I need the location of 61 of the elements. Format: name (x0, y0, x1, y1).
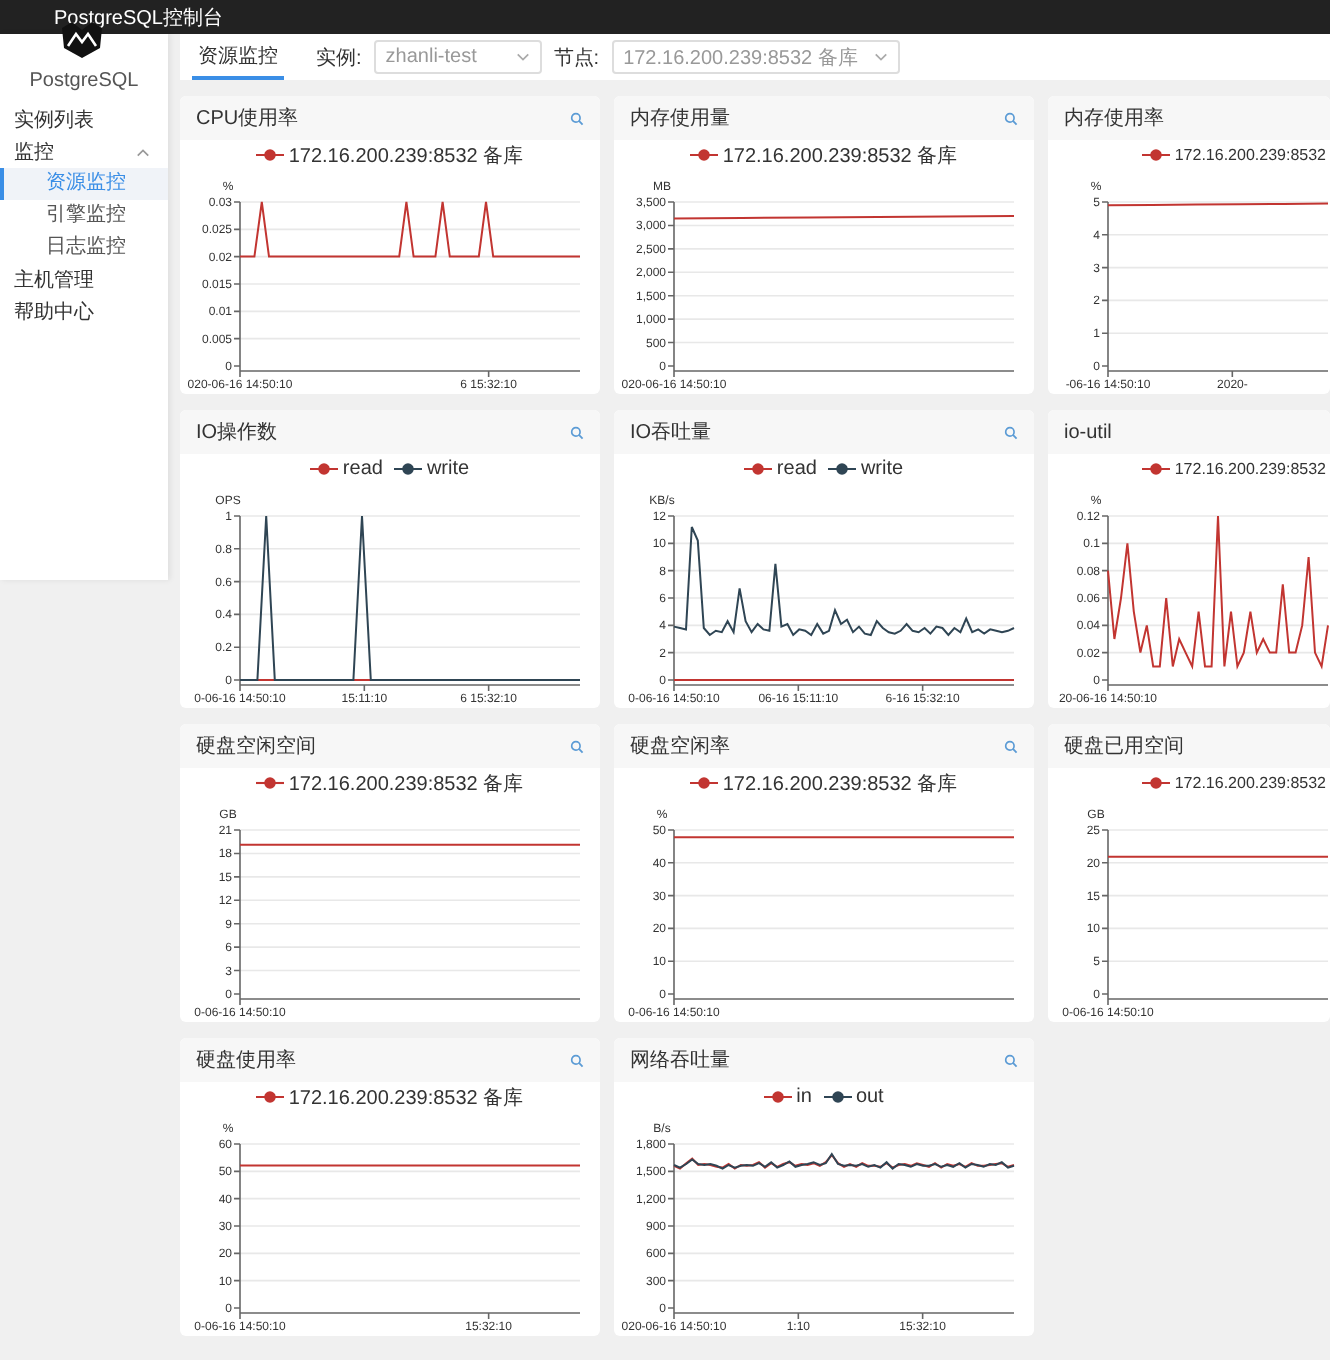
legend-marker-icon (256, 148, 285, 162)
card-title: 硬盘空闲空间 (196, 733, 316, 760)
search-icon[interactable] (570, 739, 584, 753)
caret-icon (873, 52, 888, 62)
legend-label: in (796, 1086, 812, 1108)
legend-label: 172.16.200.239:8532 (1174, 460, 1326, 478)
legend-marker-icon (1142, 462, 1171, 476)
legend-marker-icon (823, 1090, 852, 1104)
legend-marker-icon (310, 462, 339, 476)
brand-name: PostgreSQL (27, 70, 141, 92)
search-icon[interactable] (1004, 111, 1018, 125)
legend-marker-icon (764, 1090, 793, 1104)
card-title: 内存使用量 (630, 105, 730, 132)
search-icon[interactable] (1004, 1053, 1018, 1067)
legend-label: 172.16.200.239:8532 备库 (722, 771, 958, 797)
legend-label: read (776, 458, 817, 480)
legend-label: write (860, 458, 904, 480)
app-title: PostgreSQL控制台 (54, 5, 223, 31)
legend-marker-icon (690, 776, 719, 790)
filter-label: 节点: (553, 45, 600, 71)
legend-label: read (342, 458, 383, 480)
card-title: 内存使用率 (1064, 105, 1164, 132)
card-title: 硬盘空闲率 (630, 733, 730, 760)
search-icon[interactable] (570, 111, 584, 125)
card-title: IO吞吐量 (630, 419, 712, 446)
tab[interactable]: 资源监控 (192, 34, 284, 80)
nav-item[interactable]: 实例列表 (0, 104, 168, 136)
card-title: io-util (1064, 421, 1112, 443)
card-title: 硬盘使用率 (196, 1047, 296, 1074)
nav-subitem[interactable]: 引擎监控 (0, 200, 168, 232)
nav-item[interactable]: 监控 (0, 136, 168, 168)
legend-label: 172.16.200.239:8532 备库 (722, 143, 958, 169)
caret-icon (136, 147, 150, 157)
search-icon[interactable] (570, 425, 584, 439)
card-title: IO操作数 (196, 420, 278, 446)
legend-marker-icon (1142, 148, 1171, 162)
search-icon[interactable] (1004, 739, 1018, 753)
legend-label: 172.16.200.239:8532 备库 (288, 1085, 524, 1111)
card-title: 网络吞吐量 (630, 1047, 730, 1074)
legend-marker-icon (256, 776, 285, 790)
caret-icon (515, 52, 530, 62)
search-icon[interactable] (570, 1053, 584, 1067)
legend-label: 172.16.200.239:8532 备库 (288, 143, 524, 169)
legend-label: write (426, 458, 470, 480)
nav-subitem[interactable]: 日志监控 (0, 232, 168, 264)
legend-marker-icon (690, 148, 719, 162)
legend-marker-icon (394, 462, 423, 476)
legend-label: 172.16.200.239:8532 (1174, 146, 1326, 164)
nav-item[interactable]: 帮助中心 (0, 296, 168, 328)
legend-label: out (855, 1086, 884, 1108)
legend-marker-icon (256, 1090, 285, 1104)
legend-label: 172.16.200.239:8532 备库 (288, 771, 524, 797)
legend-label: 172.16.200.239:8532 (1174, 774, 1326, 792)
legend-marker-icon (828, 462, 857, 476)
card-title: 硬盘已用空间 (1064, 733, 1184, 760)
search-icon[interactable] (1004, 425, 1018, 439)
legend-marker-icon (1142, 776, 1171, 790)
nav-item[interactable]: 主机管理 (0, 264, 168, 296)
filter-label: 实例: (316, 45, 362, 71)
legend-marker-icon (744, 462, 773, 476)
card-title: CPU使用率 (196, 105, 299, 132)
